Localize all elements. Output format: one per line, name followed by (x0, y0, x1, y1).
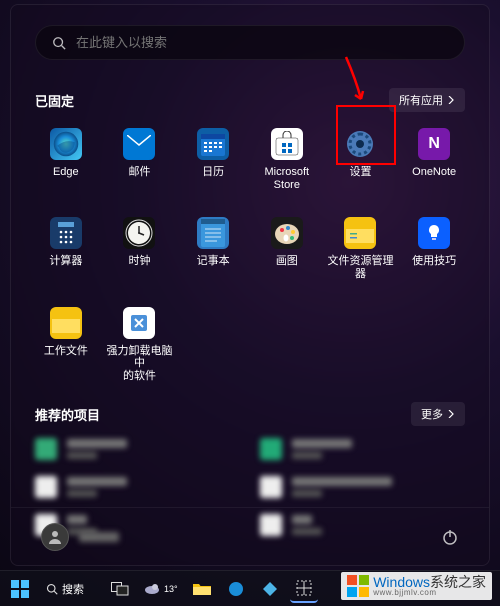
calendar-icon (197, 128, 229, 160)
taskbar-search-label: 搜索 (62, 581, 84, 597)
explorer-icon (193, 582, 211, 596)
app-work-files[interactable]: 工作文件 (29, 303, 103, 387)
uninstall-icon (123, 307, 155, 339)
chevron-right-icon (447, 96, 455, 104)
windows-logo-icon (347, 575, 369, 597)
pinned-header: 已固定 所有应用 (35, 88, 465, 112)
weather-icon (144, 582, 160, 596)
taskbar-weather[interactable]: 13° (140, 575, 182, 603)
recommended-item[interactable] (35, 438, 240, 460)
app-label: OneNote (412, 166, 456, 179)
all-apps-button[interactable]: 所有应用 (389, 88, 465, 112)
app-paint[interactable]: 画图 (250, 213, 324, 284)
power-button[interactable] (441, 528, 459, 546)
app-mail[interactable]: 邮件 (103, 124, 177, 195)
app-label: 日历 (202, 166, 224, 179)
app-calendar[interactable]: 日历 (176, 124, 250, 195)
start-menu: 已固定 所有应用 Edge 邮件 日历 (10, 4, 490, 566)
windows-icon (10, 579, 30, 599)
app-label: 文件资源管理器 (326, 255, 396, 280)
paint-icon (271, 217, 303, 249)
more-button[interactable]: 更多 (411, 402, 465, 426)
store-icon (271, 128, 303, 160)
mail-icon (123, 128, 155, 160)
search-icon (52, 36, 66, 50)
onenote-icon: N (418, 128, 450, 160)
recommended-item[interactable] (260, 476, 465, 498)
app-settings[interactable]: 设置 (324, 124, 398, 195)
recommended-item[interactable] (35, 476, 240, 498)
clock-icon (123, 217, 155, 249)
start-button[interactable] (6, 575, 34, 603)
folder-icon (50, 307, 82, 339)
app-label: Edge (53, 166, 79, 179)
app-onenote[interactable]: N OneNote (397, 124, 471, 195)
all-apps-label: 所有应用 (399, 92, 443, 108)
app-label: 设置 (349, 166, 371, 179)
settings-icon (344, 128, 376, 160)
app-label: 工作文件 (44, 345, 88, 358)
tips-icon (418, 217, 450, 249)
explorer-icon (344, 217, 376, 249)
watermark-suffix: 系统之家 (430, 574, 486, 590)
recommended-title: 推荐的项目 (35, 405, 100, 424)
app-explorer[interactable]: 文件资源管理器 (324, 213, 398, 284)
user-account-button[interactable] (41, 523, 119, 551)
task-view-icon (111, 582, 129, 596)
edge-icon (228, 581, 244, 597)
app-uninstall[interactable]: 强力卸载电脑中 的软件 (103, 303, 177, 387)
edge-icon (50, 128, 82, 160)
app-label: Microsoft Store (252, 166, 322, 191)
app-label: 时钟 (128, 255, 150, 268)
app-clock[interactable]: 时钟 (103, 213, 177, 284)
watermark-url: www.bjjmlv.com (373, 589, 486, 597)
notepad-icon (197, 217, 229, 249)
app-label: 画图 (276, 255, 298, 268)
pinned-apps-grid: Edge 邮件 日历 Microsoft Store 设置 (29, 124, 471, 386)
app-label: 记事本 (197, 255, 230, 268)
user-avatar-icon (41, 523, 69, 551)
app-label: 邮件 (128, 166, 150, 179)
app-edge[interactable]: Edge (29, 124, 103, 195)
taskbar-search[interactable]: 搜索 (40, 575, 100, 603)
calculator-icon (50, 217, 82, 249)
taskbar-task-view[interactable] (106, 575, 134, 603)
snip-icon (296, 580, 312, 596)
search-icon (46, 583, 58, 595)
app-calculator[interactable]: 计算器 (29, 213, 103, 284)
chevron-right-icon (447, 410, 455, 418)
search-input[interactable] (76, 35, 448, 50)
app-notepad[interactable]: 记事本 (176, 213, 250, 284)
user-name (79, 532, 119, 542)
app-label: 强力卸载电脑中 的软件 (105, 345, 175, 383)
watermark: Windows系统之家 www.bjjmlv.com (341, 572, 492, 600)
app-label: 计算器 (49, 255, 82, 268)
app-store[interactable]: Microsoft Store (250, 124, 324, 195)
taskbar-app-explorer[interactable] (188, 575, 216, 603)
pinned-title: 已固定 (35, 91, 74, 110)
start-menu-footer (11, 507, 489, 565)
taskbar-app-generic[interactable] (256, 575, 284, 603)
app-icon (262, 581, 278, 597)
taskbar-app-snip[interactable] (290, 575, 318, 603)
weather-temp: 13° (164, 584, 178, 594)
recommended-header: 推荐的项目 更多 (35, 402, 465, 426)
search-box[interactable] (35, 25, 465, 60)
more-label: 更多 (421, 406, 443, 422)
app-tips[interactable]: 使用技巧 (397, 213, 471, 284)
app-label: 使用技巧 (412, 255, 456, 268)
taskbar-app-edge[interactable] (222, 575, 250, 603)
recommended-item[interactable] (260, 438, 465, 460)
